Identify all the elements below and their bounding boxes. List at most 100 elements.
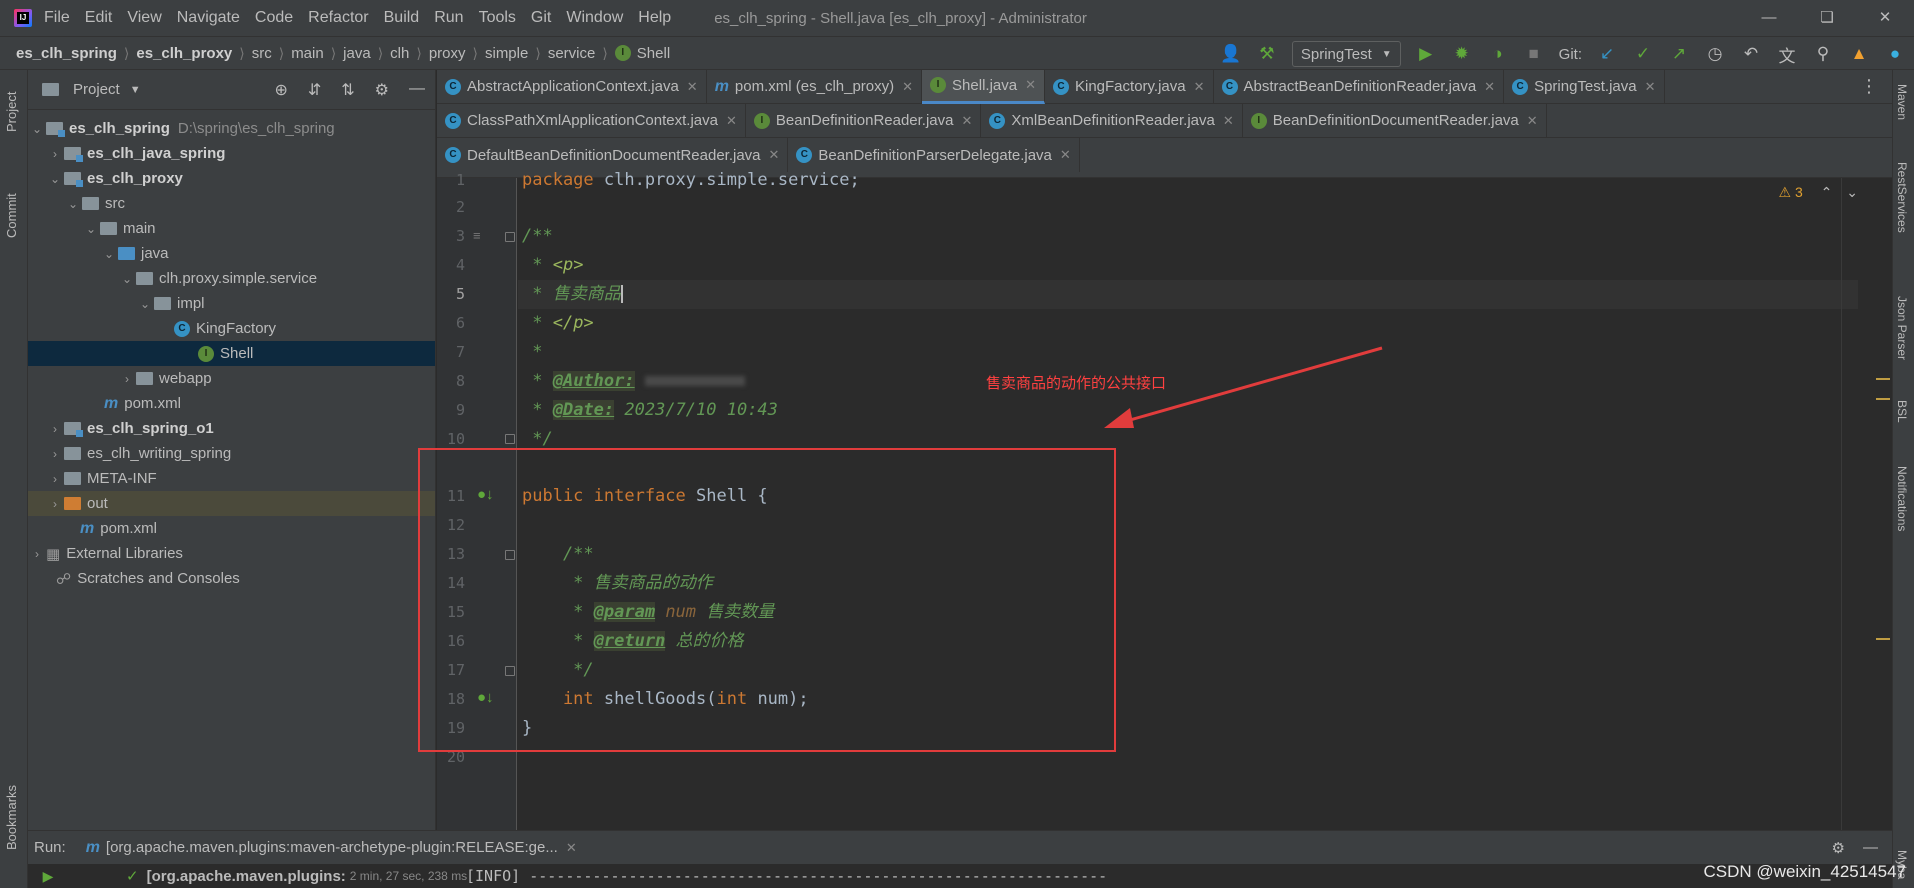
run-icon[interactable]: ▶ (1415, 44, 1437, 64)
close-icon[interactable]: ✕ (902, 79, 913, 95)
more-tabs-icon[interactable]: ⋮ (1860, 76, 1878, 97)
chevron-down-icon[interactable]: ⌄ (82, 222, 100, 236)
plugin-icon[interactable]: ● (1884, 44, 1906, 64)
tab-shell-java[interactable]: I Shell.java ✕ (922, 69, 1045, 104)
close-icon[interactable]: ✕ (1223, 113, 1234, 129)
tree-item[interactable]: › es_clh_writing_spring (28, 441, 435, 466)
chevron-right-icon[interactable]: › (28, 547, 46, 561)
notifications-tool-tab[interactable]: Notifications (1895, 466, 1909, 531)
menu-refactor[interactable]: Refactor (308, 9, 368, 27)
menu-help[interactable]: Help (638, 9, 671, 27)
chevron-down-icon[interactable]: ⌄ (64, 197, 82, 211)
breadcrumb-simple[interactable]: simple (485, 45, 528, 62)
menu-view[interactable]: View (127, 9, 161, 27)
run-config-select[interactable]: SpringTest ▼ (1291, 41, 1401, 67)
bsl-tool-tab[interactable]: BSL (1895, 400, 1909, 423)
close-icon[interactable]: ✕ (1484, 79, 1495, 95)
gear-icon[interactable]: ⚙ (1832, 839, 1845, 857)
collapse-all-icon[interactable]: ⇅ (341, 80, 354, 100)
bookmarks-tool-tab[interactable]: Bookmarks (4, 785, 19, 850)
menu-edit[interactable]: Edit (85, 9, 113, 27)
rollback-icon[interactable]: ↶ (1740, 44, 1762, 64)
stop-icon[interactable]: ■ (1523, 44, 1545, 64)
tab-classpathxmlapplicationcontext[interactable]: C ClassPathXmlApplicationContext.java ✕ (437, 103, 746, 138)
chevron-down-icon[interactable]: ⌄ (100, 247, 118, 261)
breadcrumb-main[interactable]: main (291, 45, 324, 62)
chevron-down-icon[interactable]: ⌄ (118, 272, 136, 286)
run-tab[interactable]: [org.apache.maven.plugins:maven-archetyp… (106, 839, 558, 856)
breadcrumb-proxy[interactable]: proxy (429, 45, 466, 62)
tree-item[interactable]: ⌄ java (28, 241, 435, 266)
tree-item-selected[interactable]: I Shell (28, 341, 435, 366)
commit-tool-tab[interactable]: Commit (4, 193, 19, 238)
menu-navigate[interactable]: Navigate (177, 9, 240, 27)
menu-file[interactable]: File (44, 9, 70, 27)
tree-item[interactable]: C KingFactory (28, 316, 435, 341)
tab-xmlbeandefinitionreader[interactable]: C XmlBeanDefinitionReader.java ✕ (981, 103, 1243, 138)
user-icon[interactable]: 👤 (1220, 44, 1242, 64)
tree-item[interactable]: ⌄ es_clh_spring D:\spring\es_clh_spring (28, 116, 435, 141)
tab-kingfactory[interactable]: C KingFactory.java ✕ (1045, 69, 1214, 104)
close-icon[interactable]: ✕ (1194, 79, 1205, 95)
warning-marker[interactable] (1876, 398, 1890, 400)
chevron-right-icon[interactable]: › (46, 497, 64, 511)
tab-abstractbeandefinitionreader[interactable]: C AbstractBeanDefinitionReader.java ✕ (1214, 69, 1505, 104)
restservices-tool-tab[interactable]: RestServices (1895, 162, 1909, 233)
json-parser-tool-tab[interactable]: Json Parser (1895, 296, 1909, 360)
close-icon[interactable]: ✕ (769, 147, 780, 163)
hide-panel-icon[interactable]: — (1863, 839, 1878, 856)
chevron-right-icon[interactable]: › (46, 147, 64, 161)
search-icon[interactable]: ⚲ (1812, 44, 1834, 64)
breadcrumb-module[interactable]: es_clh_proxy (136, 45, 232, 62)
menu-tools[interactable]: Tools (479, 9, 516, 27)
tree-item[interactable]: ⌄ impl (28, 291, 435, 316)
tree-item[interactable]: ☍ Scratches and Consoles (28, 566, 435, 591)
tree-item[interactable]: ⌄ src (28, 191, 435, 216)
build-hammer-icon[interactable]: ⚒ (1256, 44, 1278, 64)
update-icon[interactable]: ▲ (1848, 44, 1870, 64)
menu-build[interactable]: Build (384, 9, 420, 27)
chevron-down-icon[interactable]: ▼ (130, 84, 141, 96)
run-task[interactable]: [org.apache.maven.plugins: (147, 868, 346, 885)
breadcrumb-clh[interactable]: clh (390, 45, 409, 62)
chevron-right-icon[interactable]: › (46, 472, 64, 486)
menu-window[interactable]: Window (566, 9, 623, 27)
breadcrumb-service[interactable]: service (548, 45, 596, 62)
chevron-right-icon[interactable]: › (118, 372, 136, 386)
tree-item[interactable]: ⌄ main (28, 216, 435, 241)
chevron-right-icon[interactable]: › (46, 422, 64, 436)
fold-marker-icon[interactable] (505, 232, 515, 242)
close-icon[interactable]: ✕ (962, 113, 973, 129)
tree-item[interactable]: › out (28, 491, 435, 516)
warning-marker[interactable] (1876, 638, 1890, 640)
close-icon[interactable]: ✕ (1527, 113, 1538, 129)
tree-item[interactable]: › es_clh_spring_o1 (28, 416, 435, 441)
close-icon[interactable]: ✕ (1060, 147, 1071, 163)
chevron-down-icon[interactable]: ⌄ (28, 122, 46, 136)
maven-tool-tab[interactable]: Maven (1895, 84, 1909, 120)
editor-scrollbar[interactable] (1841, 178, 1857, 830)
git-commit-icon[interactable]: ✓ (1632, 44, 1654, 64)
chevron-right-icon[interactable]: › (46, 447, 64, 461)
close-icon[interactable]: ✕ (687, 79, 698, 95)
tree-item[interactable]: ⌄ clh.proxy.simple.service (28, 266, 435, 291)
tree-item[interactable]: › es_clh_java_spring (28, 141, 435, 166)
close-icon[interactable]: ✕ (566, 840, 577, 856)
close-icon[interactable]: ✕ (1025, 77, 1036, 93)
translate-icon[interactable]: 文 (1776, 42, 1798, 67)
breadcrumb-src[interactable]: src (252, 45, 272, 62)
breadcrumb-java[interactable]: java (343, 45, 371, 62)
tab-beandefinitionreader[interactable]: I BeanDefinitionReader.java ✕ (746, 103, 982, 138)
tree-item[interactable]: › META-INF (28, 466, 435, 491)
menu-run[interactable]: Run (434, 9, 463, 27)
menu-git[interactable]: Git (531, 9, 551, 27)
doc-render-icon[interactable]: ≡ (473, 228, 481, 243)
locate-icon[interactable]: ⊕ (274, 80, 287, 100)
rerun-icon[interactable]: ▶ (28, 868, 68, 885)
gear-icon[interactable]: ⚙ (375, 80, 389, 100)
git-push-icon[interactable]: ↗ (1668, 44, 1690, 64)
coverage-icon[interactable]: ◑ (1487, 44, 1509, 64)
tree-item[interactable]: ⌄ es_clh_proxy (28, 166, 435, 191)
chevron-down-icon[interactable]: ⌄ (136, 297, 154, 311)
git-update-icon[interactable]: ↙ (1596, 44, 1618, 64)
